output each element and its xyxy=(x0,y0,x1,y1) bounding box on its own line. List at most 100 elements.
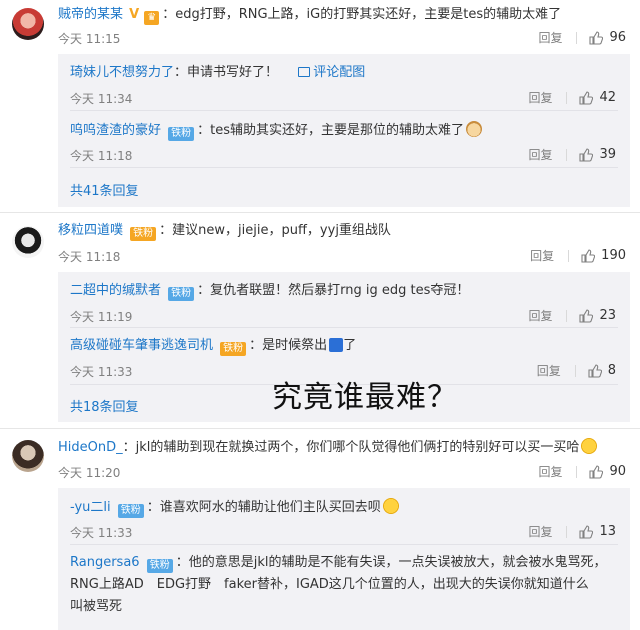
reply-actions: 回复 13 xyxy=(528,523,616,540)
username[interactable]: 呜呜渣渣的豪好 xyxy=(70,123,161,138)
like-count: 90 xyxy=(609,464,626,479)
like-icon[interactable] xyxy=(579,525,593,539)
reply-content: -yu二li 铁粉 ：谁喜欢阿水的辅助让他们主队买回去呗 xyxy=(70,498,616,518)
reply-divider xyxy=(70,167,618,168)
reply-text-line: RNG上路AD EDG打野 faker替补，IGAD这几个位置的人，出现大的失误… xyxy=(70,577,589,592)
reply-button[interactable]: 回复 xyxy=(528,523,552,540)
avatar[interactable] xyxy=(12,8,44,40)
username[interactable]: 高级碰碰车肇事逃逸司机 xyxy=(70,338,213,353)
divider xyxy=(568,249,570,262)
iron-fan-badge: 铁粉 xyxy=(168,287,195,301)
reply-button[interactable]: 回复 xyxy=(530,247,554,264)
comment-content: 贼帝的某某 V ♛ ：edg打野，RNG上路，iG的打野其实还好，主要是tes的辅助… xyxy=(58,7,562,25)
like-icon[interactable] xyxy=(579,309,593,323)
reply-button[interactable]: 回复 xyxy=(528,89,552,106)
like-count: 42 xyxy=(599,90,616,105)
like-count: 190 xyxy=(601,248,626,263)
reply-divider xyxy=(70,327,618,328)
reply-time: 今天 11:19 xyxy=(70,310,133,324)
reply-actions: 回复 23 xyxy=(528,307,616,324)
comment-content: HideOnD_：jkl的辅助到现在就换过两个，你们哪个队觉得他们俩打的特别好可… xyxy=(58,438,626,457)
reply-text: 是时候祭出 xyxy=(262,338,328,353)
wheelchair-emoji-icon xyxy=(329,338,344,352)
cat-emoji-icon xyxy=(466,121,483,137)
reply-divider xyxy=(70,110,618,111)
divider xyxy=(576,31,578,44)
comment-actions: 回复 90 xyxy=(538,463,626,480)
reply-text-line: 叫被骂死 xyxy=(70,599,123,614)
comment-separator xyxy=(0,212,640,213)
verified-v-badge: V xyxy=(129,7,140,22)
reply-content: Rangersa6 铁粉 ：他的意思是jkl的辅助是不能有失误，一点失误被放大，就… xyxy=(70,555,607,573)
reply-button[interactable]: 回复 xyxy=(528,307,552,324)
divider xyxy=(566,525,568,538)
reply-button[interactable]: 回复 xyxy=(538,29,562,46)
avatar[interactable] xyxy=(12,440,44,472)
grin-emoji-icon xyxy=(382,498,399,514)
smile-emoji-icon xyxy=(581,438,598,454)
like-icon[interactable] xyxy=(581,249,595,263)
username[interactable]: Rangersa6 xyxy=(70,555,140,570)
vip-icon: ♛ xyxy=(144,11,160,25)
reply-content: 二超中的缄默者 铁粉 ：复仇者联盟！然后暴打rng ig edg tes夺冠！ xyxy=(70,283,470,301)
image-icon xyxy=(298,67,311,77)
username[interactable]: 贼帝的某某 xyxy=(58,7,123,22)
comment-time: 今天 11:20 xyxy=(58,466,121,480)
comment-image-link[interactable]: 评论配图 xyxy=(298,65,365,80)
more-replies-link[interactable]: 共41条回复 xyxy=(70,180,139,199)
iron-fan-badge: 铁粉 xyxy=(117,504,144,518)
reply-actions: 回复 39 xyxy=(528,146,616,163)
reply-time: 今天 11:33 xyxy=(70,365,133,379)
reply-text: tes辅助其实还好，主要是那位的辅助太难了 xyxy=(210,123,465,138)
divider xyxy=(566,148,568,161)
divider xyxy=(576,465,578,478)
reply-button[interactable]: 回复 xyxy=(537,362,561,379)
comment-separator xyxy=(0,428,640,429)
avatar[interactable] xyxy=(12,226,44,258)
comment-content: 移粒四道噗 铁粉 ：建议new，jiejie，puff，yyj重组战队 xyxy=(58,223,391,241)
comment-text: 建议new，jiejie，puff，yyj重组战队 xyxy=(172,223,391,238)
reply-list: -yu二li 铁粉 ：谁喜欢阿水的辅助让他们主队买回去呗 今天 11:33 回复 … xyxy=(58,488,630,630)
reply-text: 他的意思是jkl的辅助是不能有失误，一点失误被放大，就会被水鬼骂死， xyxy=(188,555,607,570)
vip-fan-badge: 铁粉 xyxy=(130,227,157,241)
like-count: 13 xyxy=(599,524,616,539)
divider xyxy=(566,91,568,104)
reply-content: 高级碰碰车肇事逃逸司机 铁粉 ：是时候祭出了 xyxy=(70,338,357,356)
username[interactable]: HideOnD_ xyxy=(58,440,123,455)
reply-text: 复仇者联盟！然后暴打rng ig edg tes夺冠！ xyxy=(210,283,470,298)
like-icon[interactable] xyxy=(589,31,603,45)
reply-button[interactable]: 回复 xyxy=(528,146,552,163)
username[interactable]: 琦妹儿不想努力了 xyxy=(70,65,174,80)
comment-image-label: 评论配图 xyxy=(313,65,366,80)
comment-text: jkl的辅助到现在就换过两个，你们哪个队觉得他们俩打的特别好可以买一买哈 xyxy=(135,440,580,455)
username[interactable]: 移粒四道噗 xyxy=(58,223,123,238)
like-count: 39 xyxy=(599,147,616,162)
reply-content: 琦妹儿不想努力了：申请书写好了！ 评论配图 xyxy=(70,65,366,80)
iron-fan-badge: 铁粉 xyxy=(168,127,195,141)
username[interactable]: -yu二li xyxy=(70,500,111,515)
reply-list: 琦妹儿不想努力了：申请书写好了！ 评论配图 今天 11:34 回复 42 呜呜渣… xyxy=(58,54,630,207)
comment-text: edg打野，RNG上路，iG的打野其实还好，主要是tes的辅助太难了 xyxy=(175,7,562,22)
reply-time: 今天 11:33 xyxy=(70,526,133,540)
more-replies-link[interactable]: 共18条回复 xyxy=(70,396,139,415)
like-icon[interactable] xyxy=(588,364,602,378)
reply-actions: 回复 8 xyxy=(537,362,616,379)
like-icon[interactable] xyxy=(579,91,593,105)
reply-content: 呜呜渣渣的豪好 铁粉 ：tes辅助其实还好，主要是那位的辅助太难了 xyxy=(70,121,616,141)
reply-divider xyxy=(70,544,618,545)
divider xyxy=(574,364,576,377)
like-icon[interactable] xyxy=(589,465,603,479)
like-icon[interactable] xyxy=(579,148,593,162)
reply-text: 谁喜欢阿水的辅助让他们主队买回去呗 xyxy=(159,500,381,515)
reply-time: 今天 11:18 xyxy=(70,149,133,163)
reply-text-suffix: 了 xyxy=(343,338,357,353)
reply-button[interactable]: 回复 xyxy=(538,463,562,480)
comment-actions: 回复 190 xyxy=(530,247,626,264)
reply-actions: 回复 42 xyxy=(528,89,616,106)
username[interactable]: 二超中的缄默者 xyxy=(70,283,161,298)
divider xyxy=(566,309,568,322)
like-count: 8 xyxy=(607,363,616,378)
comment-actions: 回复 96 xyxy=(538,29,626,46)
vip-fan-badge: 铁粉 xyxy=(220,342,247,356)
reply-text: 申请书写好了！ xyxy=(187,65,279,80)
